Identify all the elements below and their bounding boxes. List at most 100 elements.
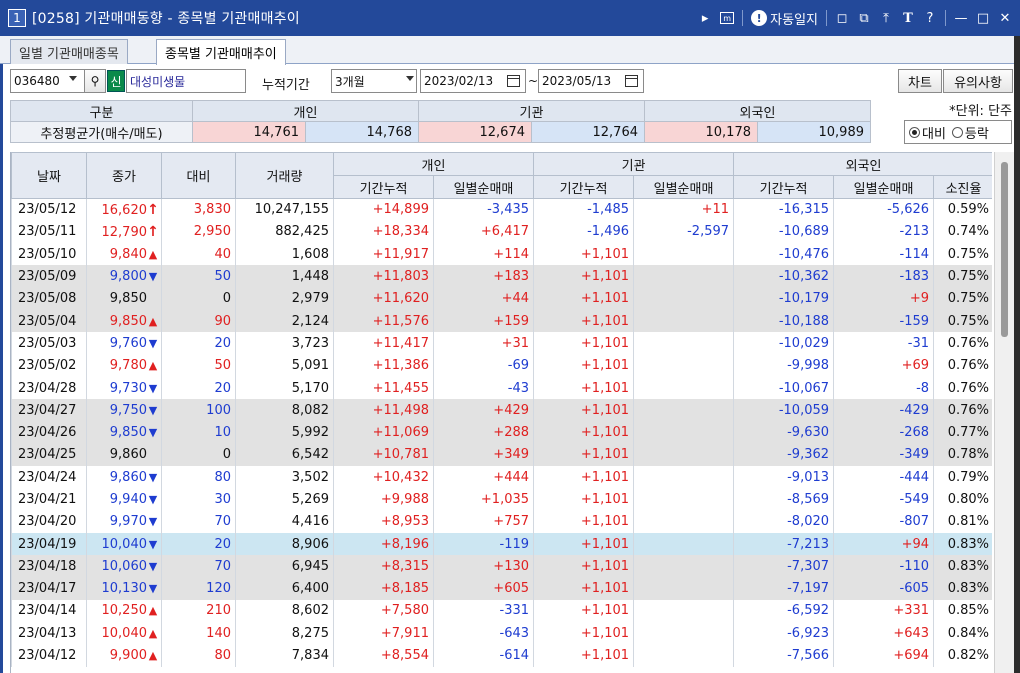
tab-daily-institution-stocks[interactable]: 일별 기관매매종목 <box>10 39 128 64</box>
period-select[interactable]: 3개월 <box>331 69 417 93</box>
radio-compare[interactable] <box>909 126 920 138</box>
cell-exhaustion-rate: 0.75% <box>933 265 992 288</box>
table-row[interactable]: 23/05/11 12,790↑ 2,950 882,425 +18,334 +6,417… <box>11 220 992 244</box>
cell-individual-cumulative-value: +11,620 <box>372 291 429 307</box>
cell-foreign-cumulative: -9,998 <box>733 354 835 377</box>
col-volume[interactable]: 거래량 <box>235 152 334 199</box>
cell-individual-cumulative-value: +10,781 <box>372 447 429 463</box>
cell-individual-cumulative: +8,315 <box>333 555 434 578</box>
col-date[interactable]: 날짜 <box>11 152 87 199</box>
table-row[interactable]: 23/04/24 9,860 ▼ 80 3,502 +10,432 +444 +1,101 -9… <box>11 466 992 489</box>
table-row[interactable]: 23/04/25 9,860 0 6,542 +10,781 +349 +1,101 -9,3… <box>11 443 992 467</box>
cell-institution-daily-net <box>633 332 735 355</box>
table-row[interactable]: 23/05/02 9,780 ▲ 50 5,091 +11,386 -69 +1,101 -9,… <box>11 354 992 377</box>
calendar-icon[interactable] <box>507 75 520 87</box>
col-close[interactable]: 종가 <box>86 152 162 199</box>
cell-foreign-daily-net: +94 <box>833 532 935 556</box>
table-row[interactable]: 23/04/28 9,730 ▼ 20 5,170 +11,455 -43 +1,101 -10… <box>11 376 992 400</box>
individual-avg-sell: 14,768 <box>305 121 419 143</box>
screen-icon[interactable]: m <box>720 12 735 24</box>
close-icon[interactable]: ✕ <box>998 11 1012 26</box>
cell-individual-daily-net-value: -643 <box>499 625 530 641</box>
col-institution-daily-net[interactable]: 일별순매매 <box>633 175 735 199</box>
chevron-down-icon[interactable] <box>69 76 77 81</box>
cell-exhaustion-rate-value: 0.81% <box>947 514 990 530</box>
chart-button[interactable]: 차트 <box>898 69 942 93</box>
play-arrow-icon[interactable]: ▸ <box>698 11 712 26</box>
summary-col-header: 구분 <box>10 100 193 122</box>
table-row[interactable]: 23/05/12 16,620↑ 3,830 10,247,155 +14,899 -3,… <box>11 198 992 221</box>
col-institution-cumulative[interactable]: 기간누적 <box>533 175 635 199</box>
cell-foreign-daily-net: -268 <box>833 421 935 444</box>
cell-volume: 6,945 <box>235 555 334 578</box>
col-exhaustion-rate[interactable]: 소진율 <box>933 175 992 199</box>
window-number-badge[interactable]: 1 <box>8 9 26 27</box>
stock-name-field[interactable]: 대성미생물 <box>126 69 246 93</box>
stock-code-input[interactable]: 036480 <box>10 69 92 93</box>
cell-foreign-cumulative-value: -10,476 <box>778 246 830 262</box>
cell-institution-cumulative: +1,101 <box>533 287 635 310</box>
search-button[interactable]: ⚲ <box>84 69 106 93</box>
cell-close-value: 9,840 <box>109 246 147 262</box>
table-row[interactable]: 23/04/27 9,750 ▼ 100 8,082 +11,498 +429 +1,101 -… <box>11 399 992 422</box>
auto-journal-button[interactable]: ! 자동일지 <box>751 9 818 28</box>
col-foreign-cumulative[interactable]: 기간누적 <box>733 175 835 199</box>
help-icon[interactable]: ? <box>923 11 937 26</box>
cell-exhaustion-rate-value: 0.76% <box>947 402 990 418</box>
radio-change[interactable] <box>951 126 963 138</box>
cell-volume-value: 5,992 <box>291 425 329 441</box>
individual-avg-buy: 14,761 <box>192 121 306 143</box>
date-from-input[interactable]: 2023/02/13 <box>420 69 526 93</box>
pin-icon[interactable]: ⤒ <box>879 11 893 26</box>
cell-foreign-cumulative-value: -16,315 <box>778 202 830 218</box>
date-to-input[interactable]: 2023/05/13 <box>538 69 644 93</box>
table-row[interactable]: 23/04/20 9,970 ▼ 70 4,416 +8,953 +757 +1,101 -8,… <box>11 510 992 533</box>
cell-foreign-daily-net-value: -349 <box>899 447 930 463</box>
col-diff[interactable]: 대비 <box>161 152 236 199</box>
notes-button[interactable]: 유의사항 <box>943 69 1013 93</box>
scrollbar-thumb[interactable] <box>1001 162 1008 337</box>
cell-individual-daily-net-value: +288 <box>493 425 530 441</box>
vertical-scrollbar[interactable] <box>994 152 1014 673</box>
table-row[interactable]: 23/05/09 9,800 ▼ 50 1,448 +11,803 +183 +1,101 -1… <box>11 265 992 288</box>
cell-individual-cumulative: +8,554 <box>333 644 434 667</box>
table-row[interactable]: 23/04/14 10,250 ▲ 210 8,602 +7,580 -331 +1,101 -… <box>11 599 992 623</box>
table-row[interactable]: 23/04/17 10,130 ▼ 120 6,400 +8,185 +605 +1,101 -… <box>11 577 992 600</box>
table-row[interactable]: 23/04/19 10,040 ▼ 20 8,906 +8,196 -119 +1,101 -7… <box>11 532 992 556</box>
table-row[interactable]: 23/04/26 9,850 ▼ 10 5,992 +11,069 +288 +1,101 -9… <box>11 421 992 444</box>
table-row[interactable]: 23/04/13 10,040 ▲ 140 8,275 +7,911 -643 +1,101 -… <box>11 622 992 645</box>
font-size-icon[interactable]: T <box>901 11 915 26</box>
maximize-icon[interactable]: □ <box>976 11 990 26</box>
cell-individual-cumulative-value: +8,185 <box>380 581 429 597</box>
cell-individual-cumulative: +10,432 <box>333 466 434 489</box>
cell-exhaustion-rate: 0.59% <box>933 198 992 221</box>
minimize-icon[interactable]: — <box>954 11 968 26</box>
radio-compare-label: 대비 <box>922 126 946 142</box>
calendar-icon[interactable] <box>625 75 638 87</box>
link-window-icon[interactable]: ◻ <box>835 11 849 26</box>
cell-institution-cumulative: +1,101 <box>533 555 635 578</box>
tab-stock-institution-trend[interactable]: 종목별 기관매매추이 <box>156 39 286 65</box>
cell-individual-cumulative: +11,069 <box>333 421 434 444</box>
col-individual-cumulative[interactable]: 기간누적 <box>333 175 434 199</box>
table-row[interactable]: 23/05/08 9,850 0 2,979 +11,620 +44 +1,101 -10,1… <box>11 287 992 310</box>
copy-window-icon[interactable]: ⧉ <box>857 11 871 26</box>
cell-date-value: 23/04/20 <box>18 514 77 530</box>
table-row[interactable]: 23/05/03 9,760 ▼ 20 3,723 +11,417 +31 +1,101 -10… <box>11 332 992 355</box>
cell-volume: 8,082 <box>235 399 334 422</box>
summary-group-foreign: 외국인 <box>644 100 871 122</box>
table-row[interactable]: 23/05/04 9,850 ▲ 90 2,124 +11,576 +159 +1,101 -1… <box>11 309 992 333</box>
table-row[interactable]: 23/04/12 9,900 ▲ 80 7,834 +8,554 -614 +1,101 -7,… <box>11 644 992 667</box>
institution-avg-buy: 12,674 <box>418 121 532 143</box>
table-row[interactable]: 23/04/21 9,940 ▼ 30 5,269 +9,988 +1,035 +1,101 -… <box>11 488 992 511</box>
col-individual-daily-net[interactable]: 일별순매매 <box>432 175 535 199</box>
cell-date-value: 23/05/04 <box>18 313 77 329</box>
table-row[interactable]: 23/04/18 10,060 ▼ 70 6,945 +8,315 +130 +1,101 -7… <box>11 555 992 578</box>
cell-close: 10,040 ▼ <box>86 532 162 556</box>
col-group-individual: 개인 <box>332 152 535 176</box>
table-row[interactable]: 23/05/10 9,840 ▲ 40 1,608 +11,917 +114 +1,101 -1… <box>11 243 992 266</box>
cell-institution-cumulative: +1,101 <box>533 332 635 355</box>
cell-individual-cumulative-value: +8,953 <box>380 514 429 530</box>
cell-volume: 6,542 <box>235 443 334 467</box>
col-foreign-daily-net[interactable]: 일별순매매 <box>833 175 935 199</box>
